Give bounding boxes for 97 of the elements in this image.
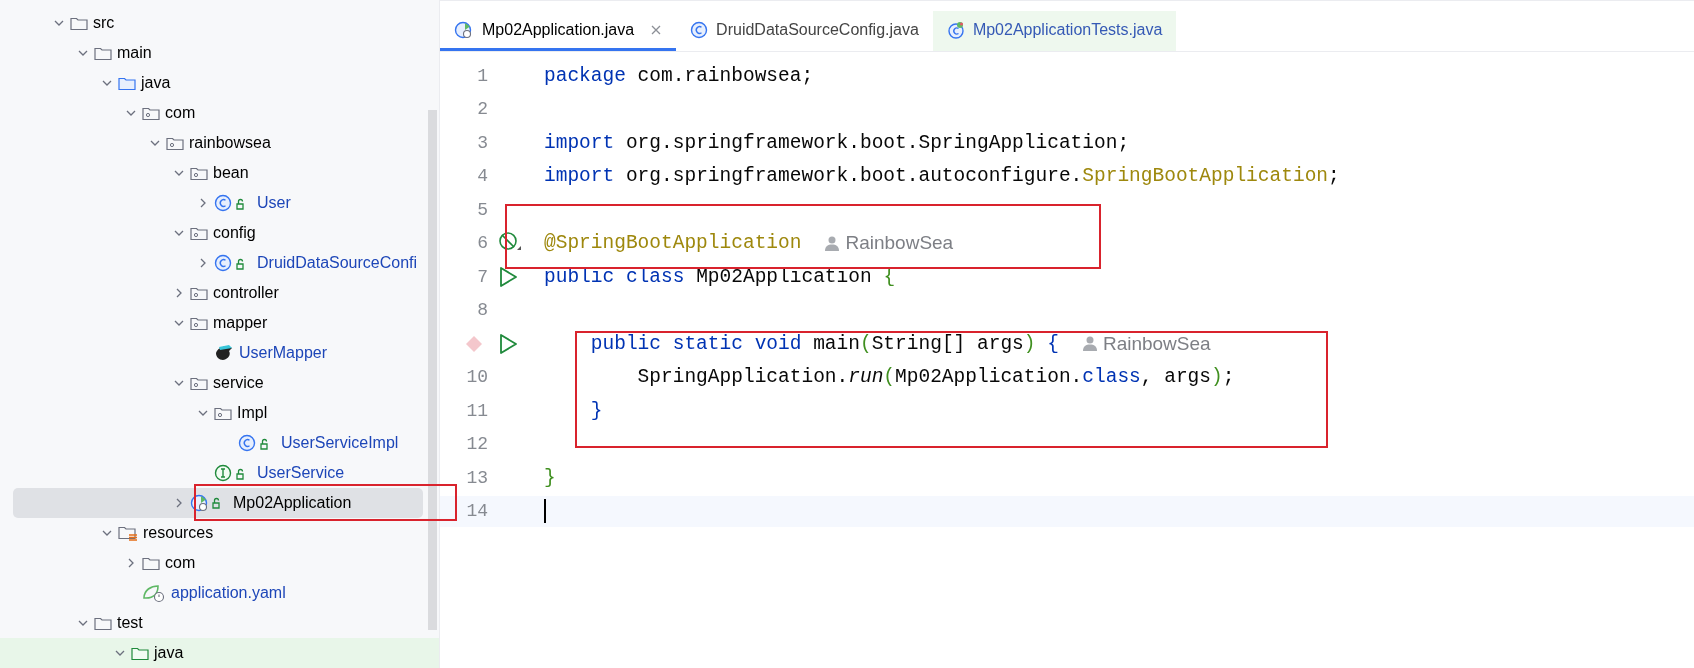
- tree-item-label: service: [213, 374, 264, 392]
- tree-item[interactable]: Mp02Application: [13, 488, 423, 518]
- tree-item[interactable]: application.yaml: [13, 578, 423, 608]
- tree-item-label: java: [141, 74, 171, 92]
- resources-folder-icon: [118, 525, 138, 541]
- code-line: @SpringBootApplication: [544, 232, 802, 254]
- tree-item[interactable]: UserMapper: [13, 338, 423, 368]
- package-icon: [214, 405, 232, 421]
- tree-item-label: rainbowsea: [189, 134, 271, 152]
- tree-item-label: DruidDataSourceConfi: [257, 254, 418, 272]
- tree-item[interactable]: UserService: [13, 458, 423, 488]
- folder-icon: [118, 75, 136, 91]
- code-line: package com.rainbowsea;: [544, 64, 814, 87]
- code-line: import org.springframework.boot.SpringApplication;: [544, 131, 1130, 154]
- tree-item-label: Mp02Application: [233, 494, 352, 512]
- line-number: 11: [466, 400, 488, 421]
- package-icon: [190, 375, 208, 391]
- tree-item[interactable]: Impl: [13, 398, 423, 428]
- author-hint[interactable]: RainbowSea: [825, 232, 954, 254]
- tree-item-label: bean: [213, 164, 249, 182]
- text-cursor: [544, 499, 546, 523]
- folder-icon: [131, 645, 149, 661]
- tree-item-label: java: [154, 644, 184, 662]
- tree-item[interactable]: mapper: [13, 308, 423, 338]
- code-line: public static void main(String[] args) {: [589, 332, 1059, 355]
- code-line: }: [544, 466, 556, 489]
- tree-item[interactable]: service: [13, 368, 423, 398]
- line-number: 14: [466, 501, 488, 521]
- person-icon: [825, 235, 840, 251]
- package-icon: [142, 105, 160, 121]
- tree-item[interactable]: UserServiceImpl: [13, 428, 423, 458]
- package-icon: [190, 165, 208, 181]
- run-icon[interactable]: [498, 265, 518, 288]
- tree-item[interactable]: bean: [13, 158, 423, 188]
- code-line: import org.springframework.boot.autoconfigure.SpringBootApplication;: [544, 165, 1340, 187]
- line-number: 1: [477, 65, 488, 86]
- tree-item[interactable]: java: [0, 638, 439, 668]
- spring-leaf-icon: [142, 583, 166, 603]
- tree-item[interactable]: DruidDataSourceConfi: [13, 248, 423, 278]
- folder-icon: [94, 45, 112, 61]
- folder-icon: [142, 555, 160, 571]
- tree-item[interactable]: test: [13, 608, 423, 638]
- tree-item-label: UserServiceImpl: [281, 434, 399, 452]
- tree-item-label: mapper: [213, 314, 268, 332]
- code-line: SpringApplication.run(Mp02Application.class, args);: [636, 366, 1235, 388]
- tree-item-label: test: [117, 614, 143, 632]
- tree-item[interactable]: com: [13, 548, 423, 578]
- line-number: 3: [477, 132, 488, 153]
- package-icon: [190, 225, 208, 241]
- tree-item[interactable]: com: [13, 98, 423, 128]
- tree-item-label: com: [165, 554, 196, 572]
- tree-item[interactable]: config: [13, 218, 423, 248]
- tree-item-label: controller: [213, 284, 279, 302]
- author-hint[interactable]: RainbowSea: [1082, 332, 1211, 355]
- editor-tab[interactable]: Mp02ApplicationTests.java: [932, 11, 1177, 51]
- tree-item-label: Impl: [237, 404, 268, 422]
- folder-icon: [70, 15, 88, 31]
- tree-item[interactable]: src: [13, 8, 423, 38]
- tree-item-label: config: [213, 224, 256, 242]
- tree-item-label: UserMapper: [239, 344, 328, 362]
- editor-tab[interactable]: DruidDataSourceConfig.java: [676, 11, 933, 51]
- tree-item-label: com: [165, 104, 196, 122]
- line-number: 8: [477, 300, 488, 320]
- scrollbar[interactable]: [428, 110, 437, 630]
- line-number: 10: [466, 367, 488, 387]
- tree-item-label: UserService: [257, 464, 345, 482]
- line-number: 13: [466, 467, 488, 488]
- run-icon[interactable]: [498, 332, 518, 355]
- line-number: 4: [477, 166, 488, 186]
- package-icon: [190, 285, 208, 301]
- bird-icon: [214, 344, 234, 362]
- tree-item-label: resources: [143, 524, 214, 542]
- tree-item-label: application.yaml: [171, 584, 286, 602]
- tree-item-label: main: [117, 44, 152, 62]
- line-number: 2: [477, 99, 488, 119]
- tree-item-label: User: [257, 194, 291, 212]
- class-icon: [690, 20, 709, 39]
- person-icon: [1082, 336, 1097, 351]
- close-icon[interactable]: [650, 23, 663, 36]
- package-icon: [190, 315, 208, 331]
- tree-item-label: src: [93, 14, 115, 32]
- editor-tab[interactable]: Mp02Application.java: [440, 11, 677, 51]
- tree-item[interactable]: resources: [13, 518, 423, 548]
- test-class-icon: [946, 20, 965, 39]
- tree-item[interactable]: main: [13, 38, 423, 68]
- spring-class-icon: [454, 19, 474, 40]
- tree-item[interactable]: User: [13, 188, 423, 218]
- folder-icon: [94, 615, 112, 631]
- tree-item[interactable]: rainbowsea: [13, 128, 423, 158]
- line-number: 6: [477, 233, 488, 253]
- tree-item[interactable]: java: [13, 68, 423, 98]
- line-number: 7: [477, 266, 488, 287]
- tree-item[interactable]: controller: [13, 278, 423, 308]
- line-number: 12: [466, 434, 488, 454]
- line-number: 5: [477, 199, 488, 220]
- package-icon: [166, 135, 184, 151]
- code-line: }: [589, 399, 603, 422]
